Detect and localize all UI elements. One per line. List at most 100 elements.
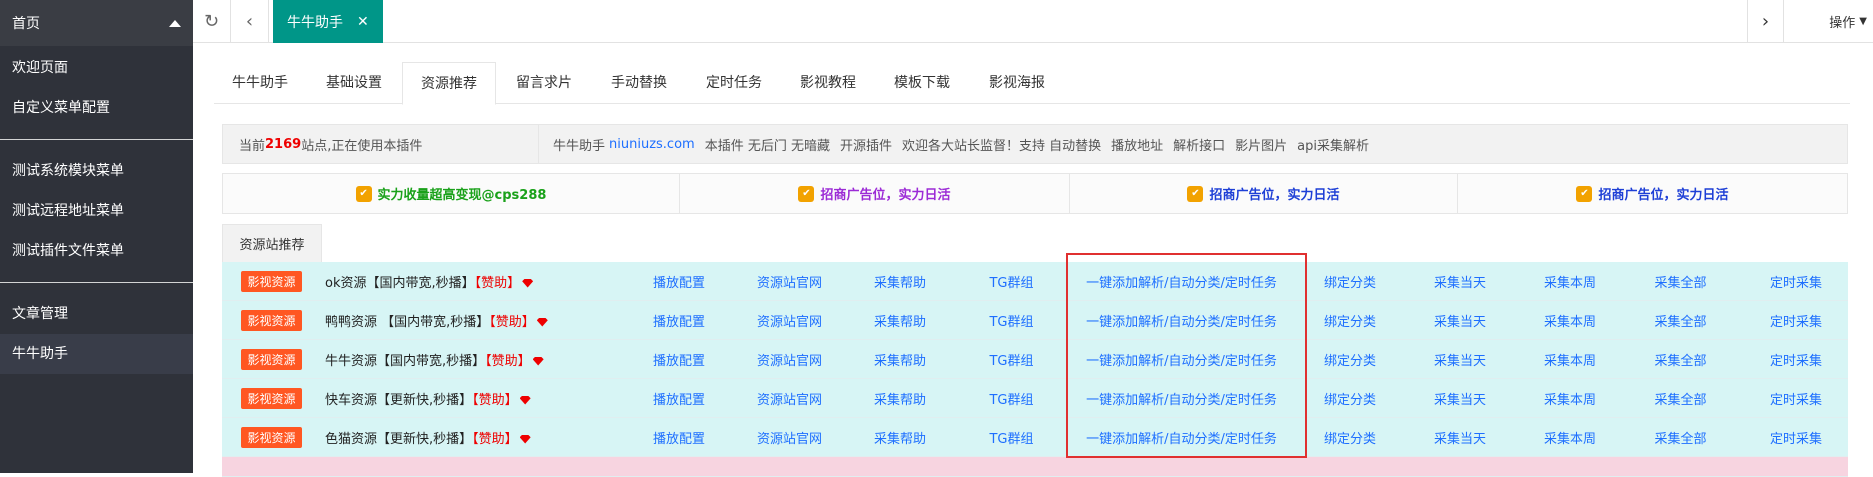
- tag-cell: 影视资源: [222, 348, 321, 370]
- collect-help-link[interactable]: 采集帮助: [874, 315, 926, 330]
- close-icon[interactable]: ✕: [357, 14, 369, 30]
- tab-scheduled-tasks[interactable]: 定时任务: [688, 62, 780, 104]
- sidebar-item-test-remote[interactable]: 测试远程地址菜单: [0, 191, 193, 231]
- collect-week-link[interactable]: 采集本周: [1544, 432, 1596, 447]
- collect-help-link[interactable]: 采集帮助: [874, 432, 926, 447]
- sidebar-home-label: 首页: [12, 16, 40, 32]
- collect-week-link[interactable]: 采集本周: [1544, 276, 1596, 291]
- collect-all-link[interactable]: 采集全部: [1654, 393, 1706, 408]
- ops-dropdown[interactable]: 操作 ▼: [1783, 0, 1873, 43]
- sidebar-item-test-module[interactable]: 测试系统模块菜单: [0, 151, 193, 191]
- action-cell: 采集全部: [1625, 428, 1736, 447]
- scheduled-collect-link[interactable]: 定时采集: [1770, 393, 1822, 408]
- sponsor-label: 【赞助】: [472, 431, 518, 447]
- tab-tutorials[interactable]: 影视教程: [782, 62, 874, 104]
- action-cell: TG群组: [955, 311, 1068, 330]
- official-site-link[interactable]: 资源站官网: [757, 315, 822, 330]
- tab-resource-sites[interactable]: 资源站推荐: [222, 224, 322, 262]
- table-row: 影视资源 ok资源【国内带宽,秒播】【赞助】 播放配置 资源站官网 采集帮助 TG群组 一键…: [222, 262, 1848, 301]
- collect-all-link[interactable]: 采集全部: [1654, 315, 1706, 330]
- sidebar-item-custom-menu[interactable]: 自定义菜单配置: [0, 88, 193, 128]
- source-name-cell: 牛牛资源【国内带宽,秒播】【赞助】: [321, 350, 624, 369]
- plugin-desc: 本插件 无后门 无暗藏: [704, 138, 830, 154]
- tab-resource-recommend[interactable]: 资源推荐: [402, 62, 496, 105]
- scheduled-collect-link[interactable]: 定时采集: [1770, 315, 1822, 330]
- ad-slot[interactable]: ✔ 实力收量超高变现@cps288: [223, 174, 680, 213]
- collect-all-link[interactable]: 采集全部: [1654, 432, 1706, 447]
- back-button[interactable]: ‹: [231, 0, 269, 43]
- sidebar-item-welcome[interactable]: 欢迎页面: [0, 48, 193, 88]
- chevron-right-icon: ›: [1761, 11, 1770, 32]
- tg-group-link[interactable]: TG群组: [989, 276, 1033, 291]
- tab-niuniu[interactable]: 牛牛助手: [214, 62, 306, 104]
- bind-category-link[interactable]: 绑定分类: [1324, 315, 1376, 330]
- play-config-link[interactable]: 播放配置: [653, 432, 705, 447]
- ad-slot[interactable]: ✔ 招商广告位，实力日活: [680, 174, 1070, 213]
- refresh-button[interactable]: ↻: [193, 0, 231, 43]
- scheduled-collect-link[interactable]: 定时采集: [1770, 276, 1822, 291]
- collect-week-link[interactable]: 采集本周: [1544, 393, 1596, 408]
- action-cell: TG群组: [955, 272, 1068, 291]
- action-cell: 资源站官网: [734, 350, 845, 369]
- tg-group-link[interactable]: TG群组: [989, 393, 1033, 408]
- collect-week-link[interactable]: 采集本周: [1544, 315, 1596, 330]
- action-cell: 绑定分类: [1295, 428, 1405, 447]
- scheduled-collect-link[interactable]: 定时采集: [1770, 432, 1822, 447]
- sidebar-divider: [0, 139, 193, 140]
- scheduled-collect-link[interactable]: 定时采集: [1770, 354, 1822, 369]
- bind-category-link[interactable]: 绑定分类: [1324, 354, 1376, 369]
- open-tab-niuniu[interactable]: 牛牛助手 ✕: [273, 0, 383, 43]
- collect-help-link[interactable]: 采集帮助: [874, 354, 926, 369]
- source-name-cell: 鸭鸭资源 【国内带宽,秒播】【赞助】: [321, 311, 624, 330]
- bind-category-link[interactable]: 绑定分类: [1324, 276, 1376, 291]
- source-name: 快车资源【更新快,秒播】: [325, 392, 473, 408]
- play-config-link[interactable]: 播放配置: [653, 276, 705, 291]
- category-tag: 影视资源: [241, 270, 302, 292]
- collect-help-link[interactable]: 采集帮助: [874, 393, 926, 408]
- tg-group-link[interactable]: TG群组: [989, 315, 1033, 330]
- forward-button[interactable]: ›: [1747, 0, 1783, 43]
- bind-category-link[interactable]: 绑定分类: [1324, 432, 1376, 447]
- sidebar-item-articles[interactable]: 文章管理: [0, 294, 193, 334]
- action-cell: 采集帮助: [845, 428, 955, 447]
- play-config-link[interactable]: 播放配置: [653, 315, 705, 330]
- collect-today-link[interactable]: 采集当天: [1434, 276, 1486, 291]
- tab-messages[interactable]: 留言求片: [498, 62, 590, 104]
- site-count-number: 2169: [265, 136, 302, 152]
- play-config-link[interactable]: 播放配置: [653, 354, 705, 369]
- sidebar-home[interactable]: 首页: [0, 0, 193, 46]
- collect-all-link[interactable]: 采集全部: [1654, 276, 1706, 291]
- action-cell: 播放配置: [624, 428, 734, 447]
- tab-basic-settings[interactable]: 基础设置: [308, 62, 400, 104]
- table-row: 影视资源 快车资源【更新快,秒播】【赞助】 播放配置 资源站官网 采集帮助 TG群组 一键添…: [222, 379, 1848, 418]
- play-config-link[interactable]: 播放配置: [653, 393, 705, 408]
- collect-today-link[interactable]: 采集当天: [1434, 354, 1486, 369]
- collect-today-link[interactable]: 采集当天: [1434, 432, 1486, 447]
- tab-templates[interactable]: 模板下载: [876, 62, 968, 104]
- site-link[interactable]: niuniuzs.com: [609, 137, 695, 152]
- tag-cell: 影视资源: [222, 426, 321, 448]
- open-source-text: 开源插件: [839, 138, 892, 154]
- collect-today-link[interactable]: 采集当天: [1434, 315, 1486, 330]
- tab-posters[interactable]: 影视海报: [971, 62, 1063, 104]
- official-site-link[interactable]: 资源站官网: [757, 393, 822, 408]
- tg-group-link[interactable]: TG群组: [989, 354, 1033, 369]
- action-cell: 采集全部: [1625, 350, 1736, 369]
- official-site-link[interactable]: 资源站官网: [757, 354, 822, 369]
- action-cell: 绑定分类: [1295, 389, 1405, 408]
- tab-manual-replace[interactable]: 手动替换: [593, 62, 685, 104]
- sidebar-item-niuniu[interactable]: 牛牛助手: [0, 334, 193, 374]
- tg-group-link[interactable]: TG群组: [989, 432, 1033, 447]
- official-site-link[interactable]: 资源站官网: [757, 276, 822, 291]
- ad-slot[interactable]: ✔ 招商广告位，实力日活: [1070, 174, 1458, 213]
- collect-help-link[interactable]: 采集帮助: [874, 276, 926, 291]
- open-tab-label: 牛牛助手: [287, 14, 343, 31]
- collect-week-link[interactable]: 采集本周: [1544, 354, 1596, 369]
- sidebar-item-test-plugin[interactable]: 测试插件文件菜单: [0, 231, 193, 271]
- collect-all-link[interactable]: 采集全部: [1654, 354, 1706, 369]
- feature-text: 播放地址: [1111, 138, 1164, 154]
- bind-category-link[interactable]: 绑定分类: [1324, 393, 1376, 408]
- official-site-link[interactable]: 资源站官网: [757, 432, 822, 447]
- collect-today-link[interactable]: 采集当天: [1434, 393, 1486, 408]
- ad-slot[interactable]: ✔ 招商广告位，实力日活: [1458, 174, 1847, 213]
